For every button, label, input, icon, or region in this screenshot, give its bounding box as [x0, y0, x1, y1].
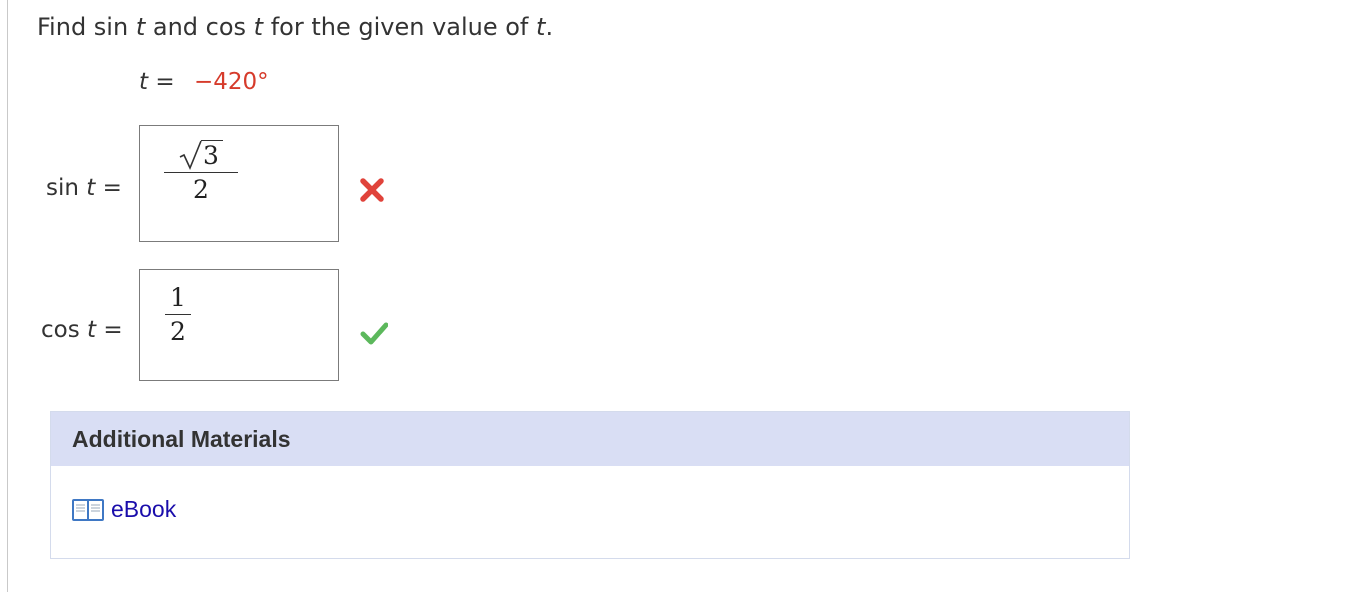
fraction-bar: [165, 314, 191, 315]
additional-materials-header: Additional Materials: [51, 412, 1129, 466]
ebook-link[interactable]: eBook: [71, 496, 176, 523]
x-icon: [360, 178, 384, 202]
left-border: [7, 0, 8, 592]
sin-answer-box[interactable]: 3 2: [139, 125, 339, 242]
question-prompt: Find sin t and cos t for the given value…: [37, 13, 554, 41]
sin-label: sin t =: [46, 175, 122, 201]
cos-fraction: 1 2: [165, 284, 191, 346]
given-value-number: −420°: [193, 69, 269, 95]
sin-denominator: 2: [193, 175, 209, 204]
fraction-bar: [164, 172, 238, 173]
additional-materials-panel: Additional Materials eBook: [50, 411, 1130, 559]
sqrt-expression: 3: [179, 140, 223, 170]
ebook-label[interactable]: eBook: [111, 496, 176, 523]
sin-fraction: 3 2: [164, 140, 238, 204]
book-icon: [72, 498, 104, 521]
radical-icon: [179, 140, 202, 170]
given-variable: t: [139, 69, 149, 95]
given-value: t = −420°: [139, 69, 269, 95]
cos-answer-box[interactable]: 1 2: [139, 269, 339, 381]
cos-label: cos t =: [41, 317, 123, 343]
checkmark-icon: [360, 322, 388, 345]
cos-denominator: 2: [170, 317, 186, 346]
cos-numerator: 1: [170, 283, 186, 312]
